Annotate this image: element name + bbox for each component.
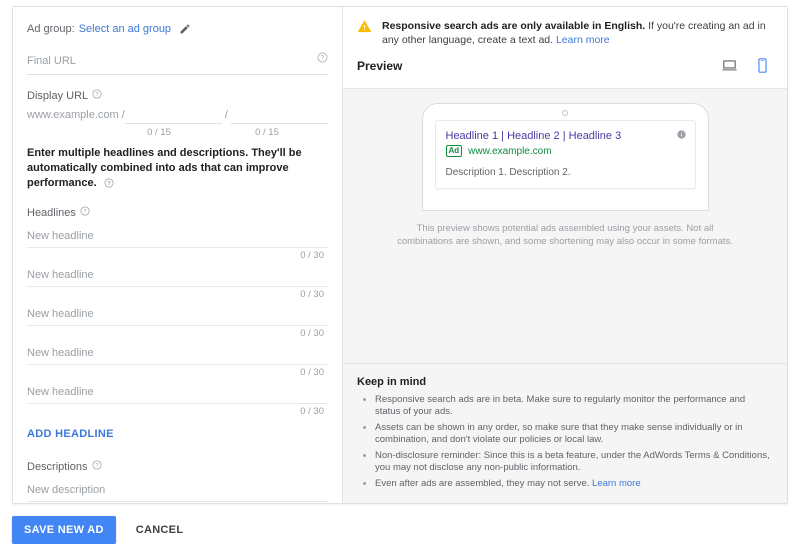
form-instructions: Enter multiple headlines and description… xyxy=(27,146,328,193)
display-url-path2-input[interactable] xyxy=(230,107,328,124)
preview-disclaimer: This preview shows potential ads assembl… xyxy=(397,223,733,247)
display-url-group: Display URL ? www.example.com / / 0 / 15… xyxy=(27,89,328,138)
headline-input-2[interactable]: New headline xyxy=(27,262,328,287)
ad-editor-screen: Ad group: Select an ad group Final URL ?… xyxy=(0,0,800,544)
headline-input-3[interactable]: New headline xyxy=(27,301,328,326)
warning-learn-more-link[interactable]: Learn more xyxy=(556,34,610,46)
ad-preview-url-row: Ad www.example.com xyxy=(445,145,685,157)
info-icon[interactable] xyxy=(676,130,686,139)
headline-counter: 0 / 30 xyxy=(300,289,324,300)
description-placeholder: New description xyxy=(27,484,106,496)
display-url-label: Display URL xyxy=(27,89,89,102)
headline-input-5[interactable]: New headline xyxy=(27,379,328,404)
list-item: Non-disclosure reminder: Since this is a… xyxy=(375,450,771,475)
pencil-icon[interactable] xyxy=(179,23,191,35)
headline-placeholder: New headline xyxy=(27,347,94,359)
form-action-bar: SAVE NEW AD CANCEL xyxy=(12,516,788,544)
warning-triangle-icon xyxy=(357,19,372,39)
help-circle-icon[interactable]: ? xyxy=(91,460,102,473)
ad-preview-headline[interactable]: Headline 1 | Headline 2 | Headline 3 xyxy=(446,129,685,143)
description-counter: 0 / 90 xyxy=(27,502,328,503)
display-url-path1-input[interactable] xyxy=(124,107,222,124)
headline-placeholder: New headline xyxy=(27,308,94,320)
headline-counter: 0 / 30 xyxy=(300,328,324,339)
display-url-separator: / xyxy=(224,109,228,121)
headline-placeholder: New headline xyxy=(27,269,94,281)
headline-input-1[interactable]: New headline xyxy=(27,223,328,248)
final-url-placeholder: Final URL xyxy=(27,55,76,67)
display-url-path1-counter: 0 / 15 xyxy=(147,127,171,138)
mobile-preview-toggle[interactable] xyxy=(754,57,771,74)
device-toggle-group xyxy=(721,57,771,74)
headlines-group: New headline 0 / 30 New headline 0 / 30 … xyxy=(27,223,328,418)
save-new-ad-button[interactable]: SAVE NEW AD xyxy=(12,516,116,544)
preview-pane: Responsive search ads are only available… xyxy=(343,7,787,503)
warning-text: Responsive search ads are only available… xyxy=(382,19,771,47)
help-circle-icon[interactable]: ? xyxy=(104,178,114,191)
display-url-label-row: Display URL ? xyxy=(27,89,328,102)
phone-camera-dot xyxy=(562,110,568,116)
help-circle-icon[interactable]: ? xyxy=(92,89,102,102)
mobile-phone-frame: Headline 1 | Headline 2 | Headline 3 Ad … xyxy=(421,103,709,211)
select-ad-group-link[interactable]: Select an ad group xyxy=(79,23,171,35)
ad-form-pane: Ad group: Select an ad group Final URL ?… xyxy=(13,7,343,503)
final-url-field[interactable]: Final URL ? xyxy=(27,49,328,75)
headlines-label: Headlines xyxy=(27,206,76,219)
ad-preview-description: Description 1. Description 2. xyxy=(445,167,571,178)
list-item-text: Even after ads are assembled, they may n… xyxy=(375,477,590,489)
help-circle-icon[interactable]: ? xyxy=(317,52,328,63)
descriptions-group: New description 0 / 90 New description 0… xyxy=(27,477,328,503)
preview-body: Headline 1 | Headline 2 | Headline 3 Ad … xyxy=(343,88,787,363)
ad-preview-card: Headline 1 | Headline 2 | Headline 3 Ad … xyxy=(434,120,696,189)
add-headline-button[interactable]: ADD HEADLINE xyxy=(27,428,114,440)
svg-text:?: ? xyxy=(96,92,99,98)
preview-header: Preview xyxy=(343,57,787,88)
cancel-button[interactable]: CANCEL xyxy=(130,516,190,544)
language-warning-banner: Responsive search ads are only available… xyxy=(343,7,787,57)
headline-counter: 0 / 30 xyxy=(300,250,324,261)
ad-group-row: Ad group: Select an ad group xyxy=(27,17,328,49)
ad-badge: Ad xyxy=(445,145,463,157)
headline-counter: 0 / 30 xyxy=(300,406,324,417)
ad-preview-url: www.example.com xyxy=(468,145,552,157)
form-instructions-text: Enter multiple headlines and description… xyxy=(27,147,302,189)
description-input-1[interactable]: New description xyxy=(27,477,328,502)
help-circle-icon[interactable]: ? xyxy=(80,206,90,219)
new-ad-card: Ad group: Select an ad group Final URL ?… xyxy=(12,6,788,504)
warning-bold-text: Responsive search ads are only available… xyxy=(382,20,646,32)
list-item: Even after ads are assembled, they may n… xyxy=(375,478,771,491)
preview-title: Preview xyxy=(357,58,403,73)
keep-in-mind-section: Keep in mind Responsive search ads are i… xyxy=(343,362,787,503)
descriptions-label: Descriptions xyxy=(27,460,88,473)
svg-text:?: ? xyxy=(321,56,325,62)
display-url-counters: 0 / 15 0 / 15 xyxy=(27,127,328,138)
display-url-path2-counter: 0 / 15 xyxy=(255,127,279,138)
headline-counter: 0 / 30 xyxy=(300,367,324,378)
headline-placeholder: New headline xyxy=(27,230,94,242)
display-url-base: www.example.com / xyxy=(27,109,125,121)
ad-group-label: Ad group: xyxy=(27,23,75,35)
svg-text:?: ? xyxy=(95,463,98,469)
list-item: Responsive search ads are in beta. Make … xyxy=(375,394,771,419)
keep-in-mind-list: Responsive search ads are in beta. Make … xyxy=(357,394,771,491)
display-url-inputs: www.example.com / / xyxy=(27,107,328,124)
keep-in-mind-learn-more-link[interactable]: Learn more xyxy=(592,478,641,489)
svg-text:?: ? xyxy=(107,181,110,187)
keep-in-mind-title: Keep in mind xyxy=(357,375,427,388)
desktop-preview-toggle[interactable] xyxy=(721,57,738,74)
headline-placeholder: New headline xyxy=(27,386,94,398)
list-item: Assets can be shown in any order, so mak… xyxy=(375,422,771,447)
descriptions-label-row: Descriptions ? xyxy=(27,460,328,473)
svg-text:?: ? xyxy=(83,209,86,215)
headlines-label-row: Headlines ? xyxy=(27,206,328,219)
headline-input-4[interactable]: New headline xyxy=(27,340,328,365)
